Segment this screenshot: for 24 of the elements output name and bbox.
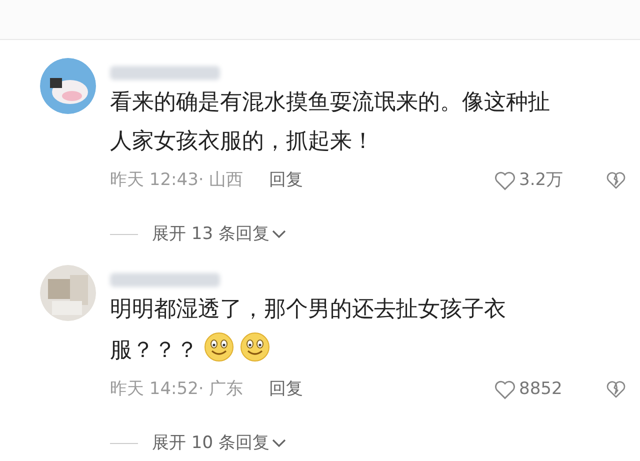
comment-time: 昨天 14:52 [110,378,198,401]
smiley-icon [240,332,270,362]
comment-region: · 山西 [198,169,244,192]
avatar-icon [40,58,96,114]
like-count: 3.2万 [519,169,564,192]
comment-text: 服？？？ [110,332,636,367]
reply-link[interactable]: 回复 [269,377,304,402]
dislike-icon[interactable] [606,380,626,400]
like-count: 8852 [519,378,562,401]
like-icon[interactable] [494,380,516,400]
expand-replies-link[interactable]: 展开 10 条回复 [152,430,270,456]
smiley-icon [204,332,234,362]
comment-region: · 广东 [198,378,244,401]
avatar-icon [40,265,96,321]
comment-text: 明明都湿透了，那个男的还去扯女孩子衣 [110,296,507,324]
comment-time: 昨天 12:43 [110,169,198,192]
expand-replies-link[interactable]: 展开 13 条回复 [152,222,270,247]
dislike-icon[interactable] [606,171,626,190]
chevron-down-icon[interactable] [272,438,286,448]
comment-text: 看来的确是有混水摸鱼耍流氓来的。像这种扯 [110,89,551,117]
like-icon[interactable] [494,170,516,191]
reply-link[interactable]: 回复 [269,168,304,194]
comment-text: 人家女孩衣服的，抓起来！ [110,128,375,156]
chevron-down-icon[interactable] [272,230,286,239]
